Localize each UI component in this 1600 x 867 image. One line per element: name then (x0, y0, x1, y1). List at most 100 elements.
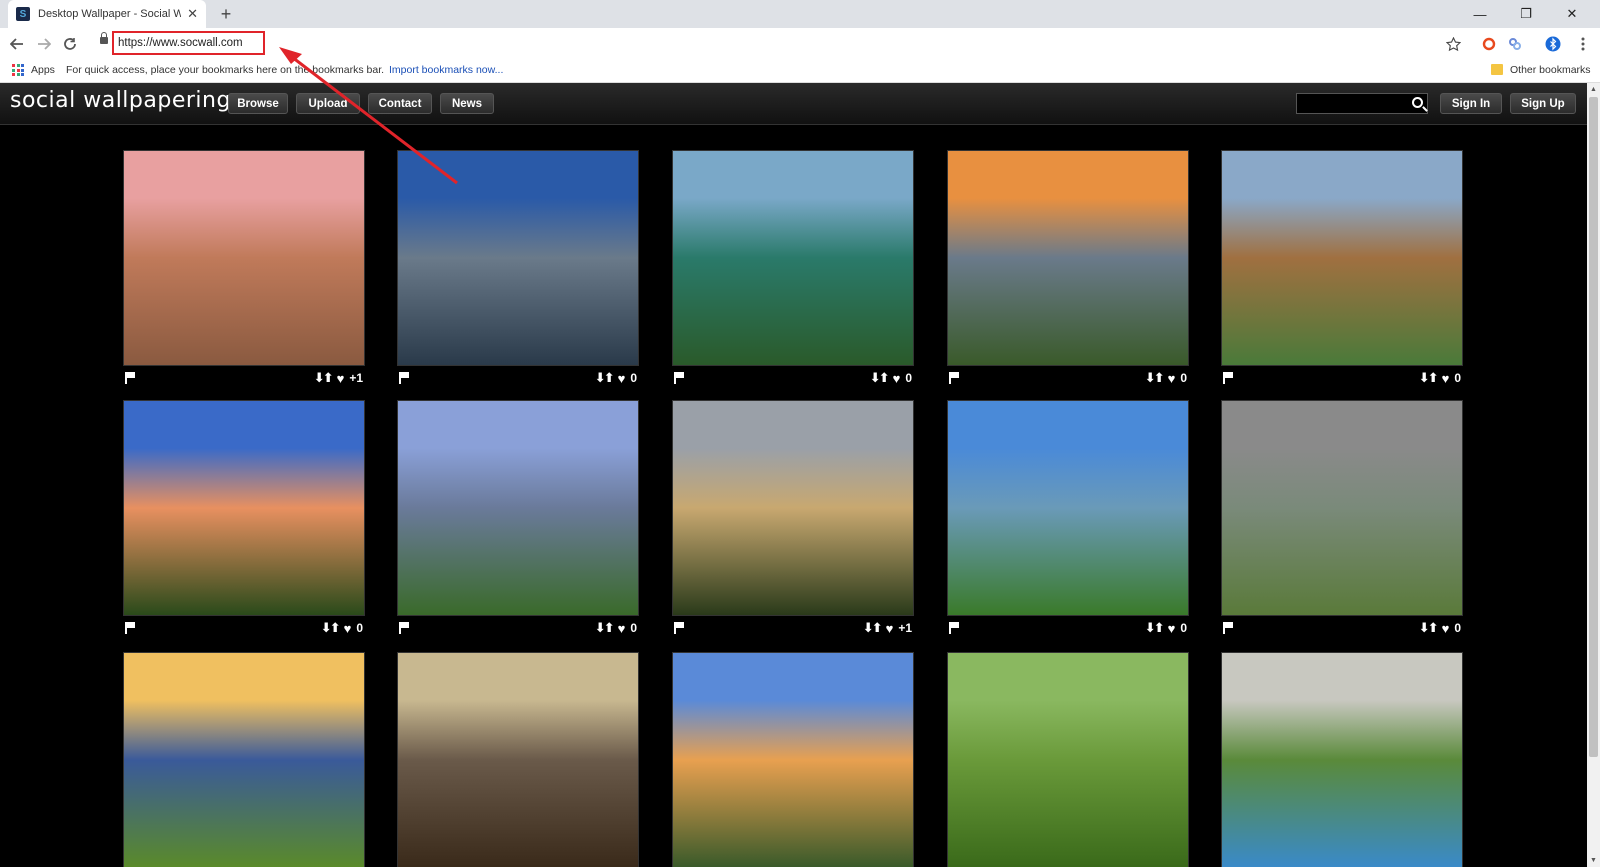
vote-arrows-icon[interactable]: ⬇⬆ (595, 620, 615, 636)
heart-icon[interactable]: ♥ (1442, 371, 1450, 386)
wallpaper-thumbnail[interactable] (672, 400, 914, 616)
vote-count: 0 (1180, 371, 1187, 385)
wallpaper-thumbnail[interactable] (123, 652, 365, 867)
wallpaper-thumbnail[interactable] (123, 400, 365, 616)
wallpaper-meta: ⬇⬆ ♥ +1 (123, 370, 365, 386)
nav-upload[interactable]: Upload (296, 93, 360, 114)
minimize-button[interactable]: — (1457, 0, 1503, 28)
heart-icon[interactable]: ♥ (618, 621, 626, 636)
bookmarks-hint-text: For quick access, place your bookmarks h… (66, 64, 385, 76)
search-icon[interactable] (1412, 97, 1423, 108)
sign-up-button[interactable]: Sign Up (1510, 93, 1576, 114)
wallpaper-thumbnail[interactable] (1221, 150, 1463, 366)
address-bar[interactable]: https://www.socwall.com (112, 31, 265, 55)
vote-controls: ⬇⬆ ♥ 0 (1419, 370, 1461, 386)
restore-button[interactable]: ❐ (1503, 0, 1549, 28)
wallpaper-thumbnail[interactable] (1221, 400, 1463, 616)
site-logo[interactable]: social wallpapering (10, 88, 231, 113)
flag-icon[interactable] (674, 372, 684, 384)
wallpaper-thumbnail[interactable] (123, 150, 365, 366)
heart-icon[interactable]: ♥ (1168, 621, 1176, 636)
vote-controls: ⬇⬆ ♥ 0 (1419, 620, 1461, 636)
import-bookmarks-link[interactable]: Import bookmarks now... (389, 64, 503, 76)
heart-icon[interactable]: ♥ (618, 371, 626, 386)
wallpaper-thumbnail[interactable] (1221, 652, 1463, 867)
wallpaper-thumbnail[interactable] (947, 652, 1189, 867)
wallpaper-thumbnail[interactable] (397, 400, 639, 616)
apps-link[interactable]: Apps (31, 64, 55, 76)
vote-arrows-icon[interactable]: ⬇⬆ (1145, 620, 1165, 636)
site-header: social wallpapering Browse Upload Contac… (0, 83, 1587, 125)
flag-icon[interactable] (399, 622, 409, 634)
vote-arrows-icon[interactable]: ⬇⬆ (870, 370, 890, 386)
reload-button[interactable] (59, 33, 81, 55)
flag-icon[interactable] (674, 622, 684, 634)
scroll-up-icon[interactable]: ▲ (1587, 83, 1600, 96)
close-window-button[interactable]: ✕ (1549, 0, 1595, 28)
heart-icon[interactable]: ♥ (1442, 621, 1450, 636)
flag-icon[interactable] (1223, 372, 1233, 384)
vote-arrows-icon[interactable]: ⬇⬆ (863, 620, 883, 636)
vote-arrows-icon[interactable]: ⬇⬆ (314, 370, 334, 386)
wallpaper-meta: ⬇⬆ ♥ 0 (397, 370, 639, 386)
flag-icon[interactable] (1223, 622, 1233, 634)
wallpaper-thumbnail[interactable] (397, 652, 639, 867)
arrow-right-icon (38, 38, 51, 50)
flag-icon[interactable] (949, 372, 959, 384)
vote-count: 0 (1180, 621, 1187, 635)
vote-controls: ⬇⬆ ♥ 0 (1145, 620, 1187, 636)
wallpaper-thumbnail[interactable] (672, 150, 914, 366)
flag-icon[interactable] (399, 372, 409, 384)
sign-in-button[interactable]: Sign In (1440, 93, 1502, 114)
link-extension-icon[interactable] (1506, 35, 1524, 53)
flag-icon[interactable] (125, 622, 135, 634)
wallpaper-thumbnail[interactable] (947, 400, 1189, 616)
wallpaper-meta: ⬇⬆ ♥ 0 (672, 370, 914, 386)
vote-arrows-icon[interactable]: ⬇⬆ (321, 620, 341, 636)
bookmark-star-icon[interactable] (1444, 35, 1462, 53)
vote-count: 0 (630, 621, 637, 635)
other-bookmarks[interactable]: Other bookmarks (1510, 64, 1591, 76)
nav-news[interactable]: News (440, 93, 494, 114)
forward-button[interactable] (33, 33, 55, 55)
vote-count: +1 (349, 371, 363, 385)
page-scrollbar[interactable]: ▲ ▼ (1587, 83, 1600, 867)
heart-icon[interactable]: ♥ (893, 371, 901, 386)
vote-count: 0 (630, 371, 637, 385)
scroll-thumb[interactable] (1589, 97, 1598, 757)
bluetooth-extension-icon[interactable] (1544, 35, 1562, 53)
flag-icon[interactable] (125, 372, 135, 384)
wallpaper-thumbnail[interactable] (947, 150, 1189, 366)
wallpaper-thumbnail[interactable] (397, 150, 639, 366)
wallpaper-thumbnail[interactable] (672, 652, 914, 867)
heart-icon[interactable]: ♥ (886, 621, 894, 636)
tab-socwall[interactable]: S Desktop Wallpaper - Social Wallp ✕ (8, 0, 206, 28)
kebab-menu-icon[interactable] (1574, 35, 1592, 53)
vote-controls: ⬇⬆ ♥ 0 (321, 620, 363, 636)
vote-controls: ⬇⬆ ♥ 0 (595, 620, 637, 636)
heart-icon[interactable]: ♥ (344, 621, 352, 636)
lock-icon[interactable] (100, 32, 108, 44)
vote-count: 0 (1454, 371, 1461, 385)
vote-controls: ⬇⬆ ♥ 0 (595, 370, 637, 386)
nav-browse[interactable]: Browse (228, 93, 288, 114)
flag-icon[interactable] (949, 622, 959, 634)
wallpaper-gallery: ⬇⬆ ♥ +1 ⬇⬆ ♥ 0 ⬇⬆ ♥ 0 ⬇⬆ ♥ 0 ⬇⬆ ♥ 0 ⬇⬆ ♥ 0 ⬇⬆ ♥ 0 ⬇⬆ ♥ +1 ⬇⬆ ♥ 0 ⬇⬆… (0, 126, 1587, 867)
vote-arrows-icon[interactable]: ⬇⬆ (1419, 370, 1439, 386)
search-input[interactable] (1296, 93, 1428, 114)
heart-icon[interactable]: ♥ (1168, 371, 1176, 386)
back-button[interactable] (6, 33, 28, 55)
new-tab-button[interactable]: + (215, 3, 237, 25)
apps-grid-icon[interactable] (12, 64, 24, 76)
vote-arrows-icon[interactable]: ⬇⬆ (1145, 370, 1165, 386)
nav-contact[interactable]: Contact (368, 93, 432, 114)
heart-icon[interactable]: ♥ (337, 371, 345, 386)
vote-arrows-icon[interactable]: ⬇⬆ (595, 370, 615, 386)
tab-title: Desktop Wallpaper - Social Wallp (38, 8, 182, 20)
tab-close-icon[interactable]: ✕ (187, 6, 198, 22)
vote-count: +1 (898, 621, 912, 635)
opera-extension-icon[interactable] (1480, 35, 1498, 53)
vote-count: 0 (905, 371, 912, 385)
scroll-down-icon[interactable]: ▼ (1587, 854, 1600, 867)
vote-arrows-icon[interactable]: ⬇⬆ (1419, 620, 1439, 636)
